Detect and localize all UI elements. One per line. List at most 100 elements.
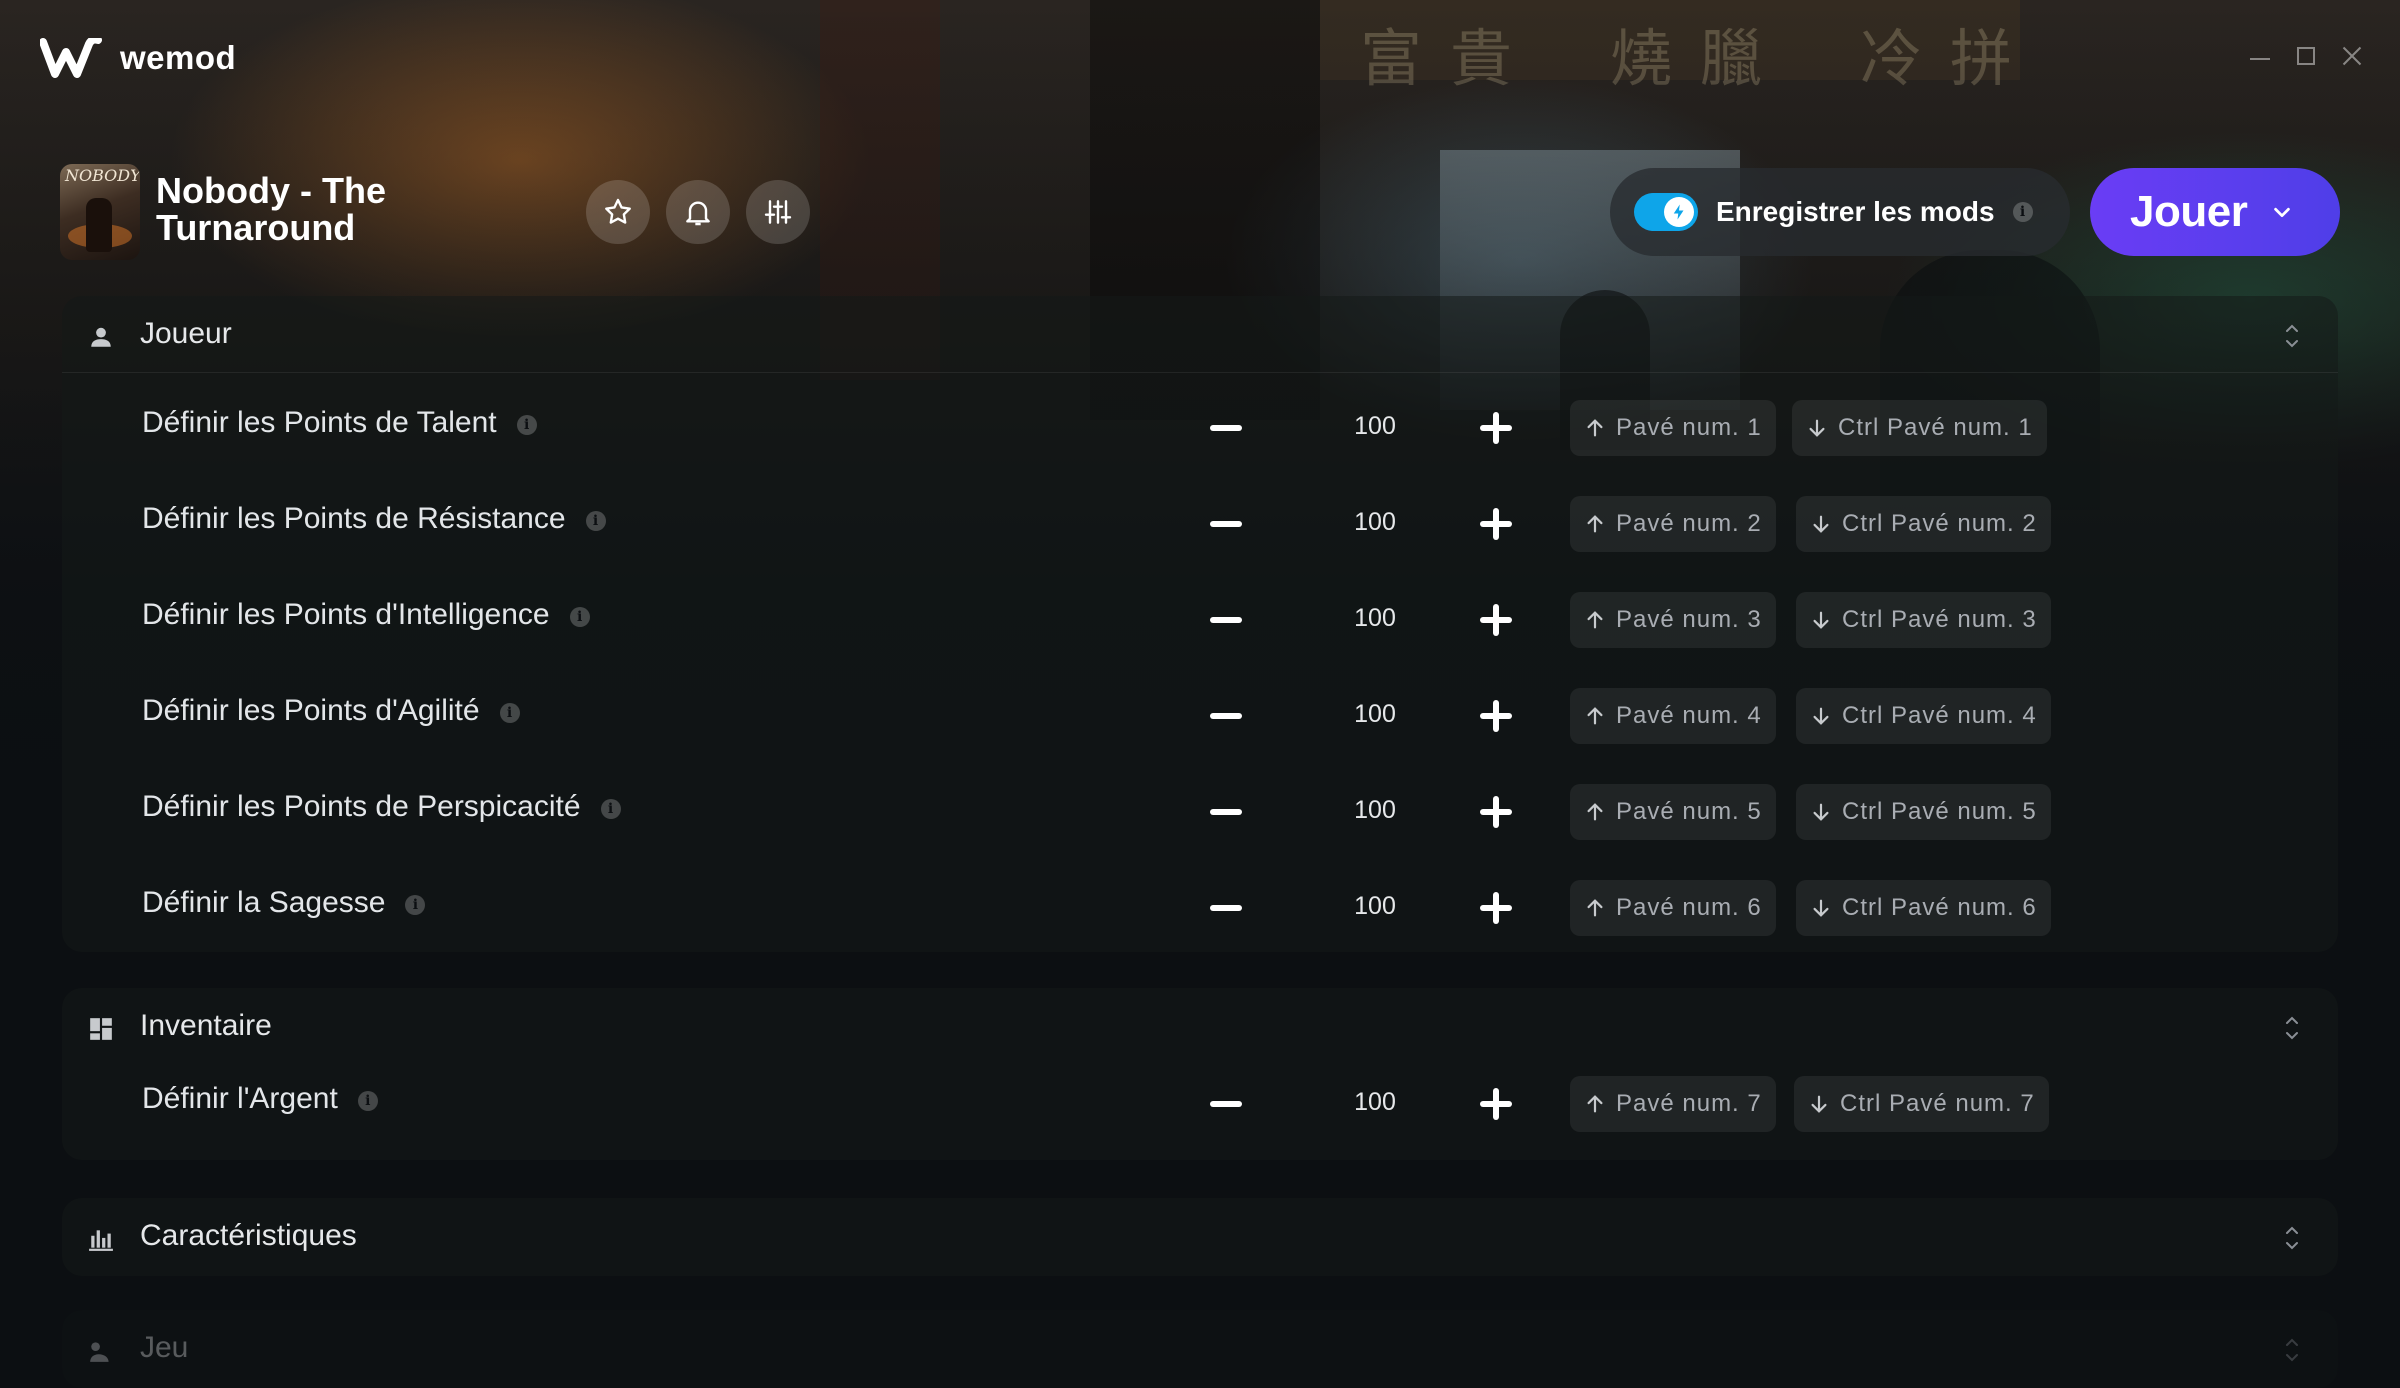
section-jeu: Jeu [62,1310,2338,1388]
info-icon[interactable]: i [357,1091,378,1111]
increase-button[interactable] [1480,700,1512,732]
hotkey-increase[interactable]: Pavé num. 4 [1570,688,1776,744]
wemod-logo-icon [40,38,102,78]
app-name: wemod [120,39,237,76]
hotkey-decrease[interactable]: Ctrl Pavé num. 2 [1796,496,2051,552]
mod-value[interactable]: 100 [1320,892,1430,921]
arrow-down-icon [1811,1095,1827,1113]
increase-button[interactable] [1480,796,1512,828]
collapse-chevron-icon[interactable] [2280,322,2304,350]
section-title: Joueur [140,317,232,350]
arrow-down-icon [1809,419,1825,437]
arrow-up-icon [1587,707,1603,725]
decrease-button[interactable] [1210,604,1242,636]
arrow-up-icon [1587,899,1603,917]
section-header[interactable]: Caractéristiques [62,1198,2338,1274]
mod-value[interactable]: 100 [1320,700,1430,729]
decrease-button[interactable] [1210,412,1242,444]
hotkey-decrease[interactable]: Ctrl Pavé num. 5 [1796,784,2051,840]
expand-chevron-icon[interactable] [2280,1224,2304,1252]
increase-button[interactable] [1480,1088,1512,1120]
hotkey-increase[interactable]: Pavé num. 2 [1570,496,1776,552]
section-header[interactable]: Inventaire [62,988,2338,1064]
notifications-button[interactable] [666,180,730,244]
mod-label: Définir les Points d'Agilité [142,694,480,727]
chevron-down-icon[interactable] [2271,201,2293,223]
hotkey-decrease[interactable]: Ctrl Pavé num. 7 [1794,1076,2049,1132]
play-button[interactable]: Jouer [2090,168,2340,256]
info-icon[interactable]: i [516,415,537,435]
mod-value[interactable]: 100 [1320,1088,1430,1117]
arrow-down-icon [1813,515,1829,533]
mod-value[interactable]: 100 [1320,604,1430,633]
mod-row: Définir la Sagesse i 100 Pavé num. 6 Ctrl… [62,860,2338,956]
decrease-button[interactable] [1210,892,1242,924]
collapse-chevron-icon[interactable] [2280,1014,2304,1042]
save-mods-toggle-pill[interactable]: Enregistrer les mods i [1610,168,2070,256]
minimize-icon[interactable] [2248,44,2272,68]
hotkey-decrease[interactable]: Ctrl Pavé num. 1 [1792,400,2047,456]
mod-value[interactable]: 100 [1320,796,1430,825]
mod-row: Définir les Points de Talent i 100 Pavé n… [62,380,2338,476]
mod-row: Définir les Points de Résistance i 100 Pa… [62,476,2338,572]
play-label: Jouer [2130,187,2248,236]
arrow-up-icon [1587,803,1603,821]
arrow-down-icon [1813,803,1829,821]
sliders-icon [764,200,792,224]
arrow-down-icon [1813,899,1829,917]
game-title: Nobody - The Turnaround [156,170,386,248]
info-icon[interactable]: i [2012,202,2033,222]
arrow-up-icon [1587,515,1603,533]
mod-label: Définir les Points de Talent [142,406,497,439]
section-header[interactable]: Jeu [62,1310,2338,1386]
close-icon[interactable] [2340,44,2364,68]
hotkey-increase[interactable]: Pavé num. 6 [1570,880,1776,936]
section-joueur: Joueur Définir les Points de Talent i 100… [62,296,2338,952]
section-title: Caractéristiques [140,1219,357,1252]
increase-button[interactable] [1480,892,1512,924]
info-icon[interactable]: i [569,607,590,627]
increase-button[interactable] [1480,508,1512,540]
favorite-button[interactable] [586,180,650,244]
mod-label: Définir l'Argent [142,1082,338,1115]
maximize-icon[interactable] [2294,44,2318,68]
decrease-button[interactable] [1210,508,1242,540]
info-icon[interactable]: i [405,895,426,915]
info-icon[interactable]: i [585,511,606,531]
info-icon[interactable]: i [499,703,520,723]
window-controls [2248,44,2364,68]
mod-label: Définir les Points de Résistance [142,502,566,535]
arrow-up-icon [1587,611,1603,629]
section-inventaire: Inventaire Définir l'Argent i 100 Pavé nu… [62,988,2338,1160]
mod-row: Définir les Points d'Intelligence i 100 P… [62,572,2338,668]
info-icon[interactable]: i [600,799,621,819]
mod-label: Définir les Points d'Intelligence [142,598,550,631]
hotkey-increase[interactable]: Pavé num. 3 [1570,592,1776,648]
decrease-button[interactable] [1210,1088,1242,1120]
save-mods-toggle[interactable] [1634,193,1698,231]
decrease-button[interactable] [1210,796,1242,828]
lightning-icon [1673,204,1684,220]
bar-chart-icon [89,1230,113,1251]
arrow-up-icon [1587,1095,1603,1113]
settings-button[interactable] [746,180,810,244]
hotkey-decrease[interactable]: Ctrl Pavé num. 3 [1796,592,2051,648]
section-title: Inventaire [140,1009,272,1042]
mod-value[interactable]: 100 [1320,412,1430,441]
increase-button[interactable] [1480,412,1512,444]
person-icon [91,327,111,347]
dashboard-icon [90,1018,112,1040]
increase-button[interactable] [1480,604,1512,636]
section-header[interactable]: Joueur [62,296,2338,372]
hotkey-increase[interactable]: Pavé num. 5 [1570,784,1776,840]
star-icon [605,198,631,224]
save-mods-label: Enregistrer les mods [1716,196,1995,227]
mod-value[interactable]: 100 [1320,508,1430,537]
hotkey-decrease[interactable]: Ctrl Pavé num. 4 [1796,688,2051,744]
mod-label: Définir la Sagesse [142,886,386,919]
hotkey-increase[interactable]: Pavé num. 1 [1570,400,1776,456]
hotkey-decrease[interactable]: Ctrl Pavé num. 6 [1796,880,2051,936]
decrease-button[interactable] [1210,700,1242,732]
hotkey-increase[interactable]: Pavé num. 7 [1570,1076,1776,1132]
mod-row: Définir les Points de Perspicacité i 100 … [62,764,2338,860]
